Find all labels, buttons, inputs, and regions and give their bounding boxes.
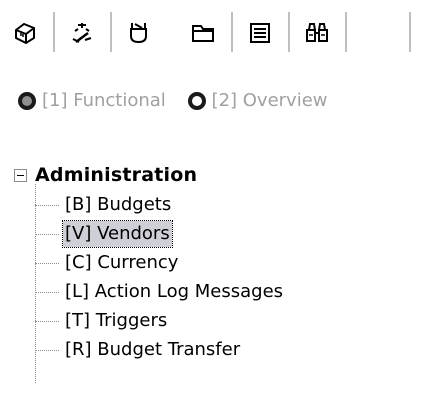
tree-item-label[interactable]: [T] Triggers bbox=[63, 308, 169, 334]
tab-binoculars[interactable] bbox=[292, 12, 347, 52]
tree-root-label[interactable]: Administration bbox=[31, 164, 197, 186]
tab-book[interactable] bbox=[0, 12, 55, 52]
tree-branch-line bbox=[35, 350, 59, 351]
tree-item-budget-transfer: [R] Budget Transfer bbox=[35, 335, 434, 364]
radio-overview-label: [2] Overview bbox=[211, 90, 328, 111]
tree-children: [B] Budgets [V] Vendors [C] Currency [L]… bbox=[35, 184, 434, 383]
wand-icon bbox=[72, 23, 92, 43]
tab-stack[interactable] bbox=[235, 12, 290, 52]
radio-overview[interactable]: [2] Overview bbox=[187, 90, 328, 111]
tree-item-label[interactable]: [C] Currency bbox=[63, 250, 180, 276]
radio-dot-checked-icon bbox=[18, 91, 36, 110]
collapse-icon[interactable] bbox=[14, 168, 27, 182]
tree-branch-line bbox=[35, 263, 59, 264]
tree-branch-line bbox=[35, 205, 59, 206]
binoculars-icon bbox=[306, 23, 328, 42]
tree-branch-line bbox=[35, 234, 59, 235]
book-icon bbox=[15, 22, 35, 45]
tree-branch-line bbox=[35, 321, 59, 322]
tree-connector-line bbox=[35, 184, 36, 383]
tree-item-label-selected[interactable]: [V] Vendors bbox=[62, 219, 173, 248]
stack-icon bbox=[250, 23, 270, 43]
tree-item-action-log-messages: [L] Action Log Messages bbox=[35, 277, 434, 306]
admin-tree: Administration [B] Budgets [V] Vendors [… bbox=[14, 160, 434, 383]
radio-dot-icon bbox=[187, 91, 206, 110]
tree-item-budgets: [B] Budgets bbox=[35, 190, 434, 219]
folder-icon bbox=[192, 25, 214, 42]
view-mode-group: [1] Functional [2] Overview bbox=[18, 90, 344, 116]
app-window: [1] Functional [2] Overview Administrati… bbox=[0, 0, 442, 414]
tree-item-currency: [C] Currency bbox=[35, 248, 434, 277]
tab-folder[interactable] bbox=[178, 12, 233, 52]
tree-item-vendors: [V] Vendors bbox=[35, 219, 434, 248]
tree-root-row: Administration bbox=[14, 160, 434, 190]
tree-branch-line bbox=[35, 292, 59, 293]
tree-item-label[interactable]: [L] Action Log Messages bbox=[63, 279, 285, 305]
tab-wand[interactable] bbox=[57, 12, 112, 52]
radio-functional-label: [1] Functional bbox=[42, 90, 166, 111]
plug-icon bbox=[130, 23, 147, 44]
tree-item-label[interactable]: [B] Budgets bbox=[63, 192, 173, 218]
tab-strip bbox=[0, 12, 442, 62]
radio-functional[interactable]: [1] Functional bbox=[18, 90, 166, 111]
tree-item-triggers: [T] Triggers bbox=[35, 306, 434, 335]
tree-item-label[interactable]: [R] Budget Transfer bbox=[63, 337, 242, 363]
tab-plug[interactable] bbox=[112, 12, 169, 52]
tab-overflow-edge bbox=[349, 12, 411, 52]
